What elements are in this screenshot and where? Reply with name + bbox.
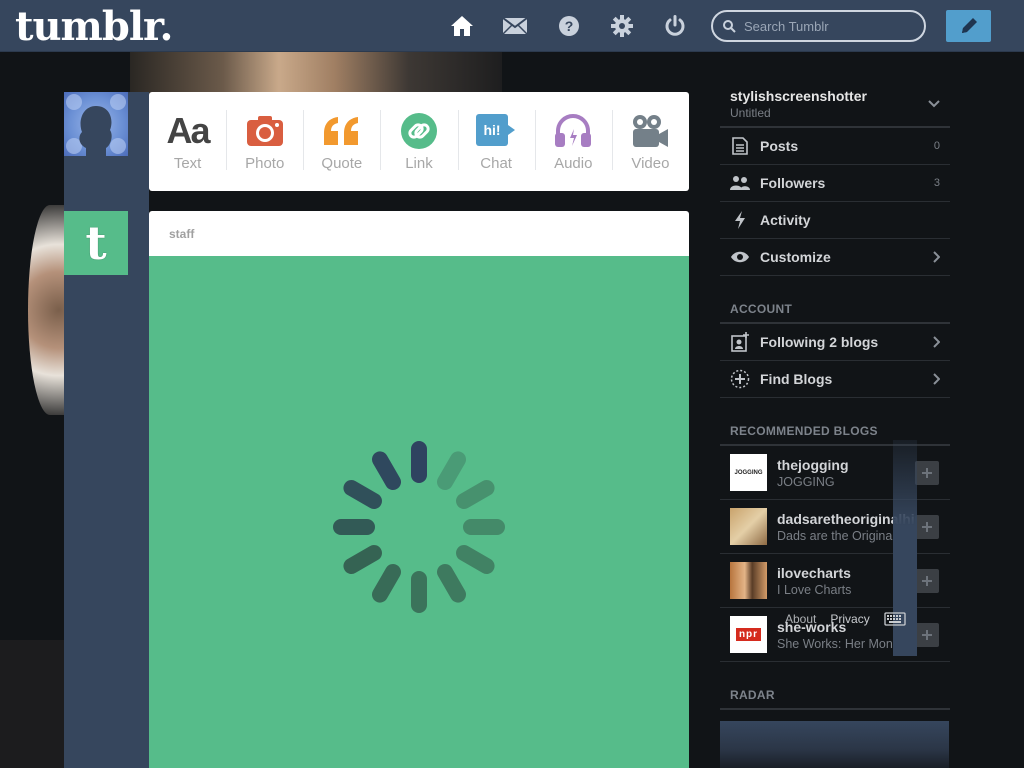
sidebar-item-label: Find Blogs [760, 371, 833, 387]
blog-title: Untitled [730, 106, 771, 120]
sidebar-item-activity[interactable]: Activity [720, 202, 950, 239]
posts-icon [730, 136, 750, 156]
chevron-right-icon [933, 251, 940, 263]
chevron-right-icon [933, 373, 940, 385]
plus-icon [922, 629, 932, 640]
footer-link-about[interactable]: About [785, 612, 816, 626]
sidebar-item-label: Posts [760, 138, 799, 154]
post-type-bar: Aa Text Photo Quote Link hi! Chat Audio [149, 92, 689, 191]
text-aa-icon: Aa [166, 110, 211, 151]
post-type-audio[interactable]: Audio [534, 92, 612, 191]
svg-text:hi!: hi! [484, 122, 501, 138]
post-type-label: Photo [245, 155, 285, 172]
sidebar-item-find-blogs[interactable]: Find Blogs [720, 361, 950, 398]
post-type-label: Audio [554, 155, 593, 172]
sidebar-item-following[interactable]: Following 2 blogs [720, 324, 950, 361]
radar-post-preview[interactable] [720, 721, 949, 768]
post-type-link[interactable]: Link [380, 92, 457, 191]
post-type-label: Text [173, 155, 202, 172]
search-input[interactable] [744, 18, 914, 34]
recommended-blog-avatar [730, 562, 767, 599]
chevron-down-icon [928, 100, 940, 108]
follow-button[interactable] [915, 460, 939, 485]
blog-name: stylishscreenshotter [730, 88, 867, 104]
staff-avatar[interactable]: t [64, 211, 128, 275]
recommended-blog-avatar: npr [730, 616, 767, 653]
mail-icon[interactable] [501, 12, 529, 40]
chat-icon: hi! [475, 111, 517, 151]
recommended-blog-avatar [730, 508, 767, 545]
radar-section-title: RADAR [720, 662, 950, 710]
background-shade [0, 640, 64, 768]
eye-icon [730, 247, 750, 267]
follow-button[interactable] [915, 568, 939, 593]
plus-icon [922, 575, 932, 586]
sidebar-item-customize[interactable]: Customize [720, 239, 950, 276]
power-icon[interactable] [661, 12, 689, 40]
quote-icon [322, 111, 362, 151]
find-blogs-icon [730, 369, 750, 389]
sidebar-item-count: 3 [933, 177, 940, 189]
background-photo-top [130, 52, 502, 94]
sidebar-item-label: Followers [760, 175, 826, 191]
video-camera-icon [630, 111, 670, 151]
plus-icon [922, 521, 932, 532]
post-type-label: Chat [480, 155, 512, 172]
search-icon [723, 19, 736, 33]
post-type-label: Link [405, 155, 433, 172]
search-box[interactable] [711, 10, 926, 42]
sidebar-item-posts[interactable]: Posts 0 [720, 128, 950, 165]
followers-icon [730, 173, 750, 193]
footer-links: About Privacy [785, 612, 906, 626]
sidebar-item-label: Customize [760, 249, 831, 265]
footer-link-privacy[interactable]: Privacy [830, 612, 869, 626]
help-icon[interactable]: ? [555, 12, 583, 40]
post-type-photo[interactable]: Photo [226, 92, 303, 191]
post-type-label: Video [631, 155, 670, 172]
gear-icon[interactable] [608, 12, 636, 40]
user-avatar[interactable] [64, 92, 128, 156]
lightning-icon [730, 210, 750, 230]
headphones-icon [553, 111, 593, 151]
post-type-quote[interactable]: Quote [303, 92, 380, 191]
loading-spinner-icon [333, 441, 505, 613]
post-blog-name[interactable]: staff [169, 227, 194, 241]
post-type-label: Quote [321, 155, 363, 172]
post-body [149, 256, 689, 768]
chevron-right-icon [933, 336, 940, 348]
recommended-section-title: RECOMMENDED BLOGS [720, 398, 950, 446]
post-type-chat[interactable]: hi! Chat [457, 92, 535, 191]
sidebar-item-count: 0 [933, 140, 940, 152]
dashboard-avatar-column [64, 92, 149, 768]
following-icon [730, 332, 750, 352]
tumblr-logo[interactable]: tumblr. [15, 3, 173, 50]
staff-avatar-letter: t [85, 216, 107, 270]
sidebar-item-label: Activity [760, 212, 811, 228]
follow-button[interactable] [915, 622, 939, 647]
pencil-icon [961, 18, 977, 33]
top-header: tumblr. ? [0, 0, 1024, 52]
post-header: staff [149, 211, 689, 256]
post-type-text[interactable]: Aa Text [149, 92, 226, 191]
link-icon [400, 111, 438, 151]
post-type-video[interactable]: Video [611, 92, 689, 191]
camera-icon [246, 111, 284, 151]
compose-button[interactable] [946, 10, 991, 42]
svg-text:?: ? [565, 18, 574, 34]
plus-icon [922, 467, 932, 478]
sidebar-item-label: Following 2 blogs [760, 334, 879, 350]
home-icon[interactable] [448, 12, 476, 40]
sidebar-item-followers[interactable]: Followers 3 [720, 165, 950, 202]
follow-button[interactable] [915, 514, 939, 539]
recommended-blog-avatar: JOGGING [730, 454, 767, 491]
blog-switcher[interactable]: stylishscreenshotter Untitled [720, 80, 950, 128]
account-section-title: ACCOUNT [720, 276, 950, 324]
keyboard-icon[interactable] [884, 612, 906, 626]
